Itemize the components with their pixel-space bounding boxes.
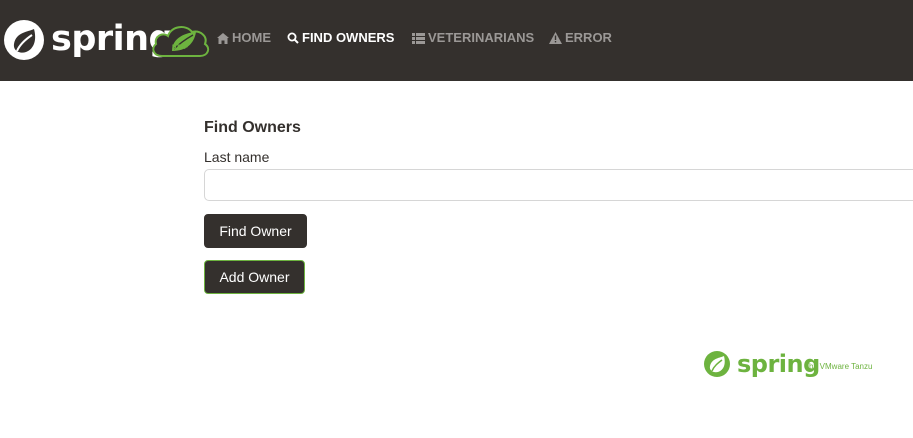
brand-logo[interactable]: spring DTSP (4, 18, 210, 60)
nav-home-label: HOME (232, 30, 271, 45)
brand-badge-text: DTSP (172, 45, 189, 51)
navbar: spring DTSP HOME FIND OWNERS VETERINARIA… (0, 0, 913, 81)
nav-veterinarians-label: VETERINARIANS (428, 30, 535, 45)
nav-find-owners[interactable]: FIND OWNERS (287, 29, 394, 47)
home-icon (217, 29, 229, 47)
cloud-leaf-icon: DTSP (150, 18, 212, 65)
spring-leaf-icon (4, 20, 44, 60)
footer-wordmark: spring (737, 350, 820, 378)
nav-error-label: ERROR (565, 30, 612, 45)
nav-error[interactable]: ERROR (549, 29, 612, 47)
list-icon (412, 29, 425, 47)
last-name-label: Last name (204, 149, 270, 165)
nav-veterinarians[interactable]: VETERINARIANS (412, 29, 534, 47)
add-owner-button[interactable]: Add Owner (204, 260, 305, 294)
page-title: Find Owners (204, 119, 301, 136)
warning-icon (549, 29, 562, 47)
nav-find-owners-label: FIND OWNERS (302, 30, 395, 45)
search-icon (287, 29, 299, 47)
find-owner-button[interactable]: Find Owner (204, 214, 307, 248)
spring-leaf-icon (704, 351, 730, 377)
nav-home[interactable]: HOME (217, 29, 271, 47)
last-name-input[interactable] (204, 169, 913, 201)
footer-logo: spring by VMware Tanzu (703, 350, 888, 380)
footer-tagline: by VMware Tanzu (809, 362, 873, 371)
